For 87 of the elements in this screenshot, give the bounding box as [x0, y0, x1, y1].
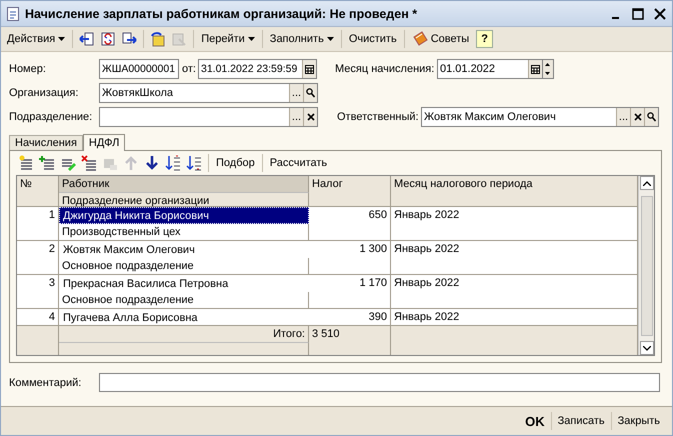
- select-button[interactable]: ...: [289, 84, 303, 102]
- table-cell: 650: [309, 207, 391, 241]
- organization-field[interactable]: ЖовтякШкола ...: [99, 83, 318, 103]
- sort-ascending-icon: [165, 155, 181, 171]
- chevron-up-icon: [642, 180, 650, 186]
- toolbar-button[interactable]: Рассчитать: [266, 153, 330, 173]
- add-plus-rows-icon: [39, 155, 55, 171]
- dialog-button[interactable]: OK: [519, 411, 551, 431]
- field-label: от:: [182, 63, 196, 75]
- add-plus-rows-button[interactable]: [37, 153, 57, 173]
- clear-button[interactable]: [303, 108, 317, 126]
- responsible-field[interactable]: Жовтяк Максим Олегович ...: [421, 107, 659, 127]
- field-label: Месяц начисления:: [334, 63, 436, 75]
- date-field[interactable]: 31.01.2022 23:59:59: [198, 59, 317, 79]
- maximize-icon[interactable]: [632, 8, 644, 20]
- toolbar-button[interactable]: Подбор: [213, 153, 258, 173]
- search-icon: [306, 88, 315, 98]
- arrow-up-icon: [123, 155, 139, 171]
- number-field[interactable]: ЖША00000001: [99, 59, 179, 79]
- comment-field[interactable]: [99, 373, 660, 392]
- close-icon[interactable]: [654, 8, 666, 20]
- field-label: Организация:: [9, 87, 80, 99]
- table-cell[interactable]: Прекрасная Василиса Петровна: [59, 275, 309, 292]
- total-value: 3 510: [309, 326, 391, 355]
- tips-button[interactable]: Советы: [408, 29, 472, 49]
- table-cell: 2: [17, 241, 59, 275]
- table-cell: 1 300: [309, 241, 391, 275]
- select-button[interactable]: ...: [616, 108, 630, 126]
- scrollbar[interactable]: [638, 176, 654, 355]
- column-header[interactable]: Работник: [59, 176, 309, 193]
- table-cell[interactable]: Жовтяк Максим Олегович: [59, 241, 309, 258]
- select-button[interactable]: ...: [289, 108, 303, 126]
- search-button[interactable]: [644, 108, 658, 126]
- folder-arrow-icon: [150, 31, 166, 47]
- sort-descending-button[interactable]: [184, 153, 204, 173]
- search-icon: [647, 112, 656, 122]
- document-icon: [171, 31, 188, 47]
- table-cell: Производственный цех: [59, 224, 309, 241]
- arrow-down-icon: [144, 155, 160, 171]
- table-cell[interactable]: Пугачева Алла Борисовна: [59, 309, 309, 325]
- table-cell: Основное подразделение: [59, 258, 309, 275]
- table-cell[interactable]: Джигурда Никита Борисович: [59, 207, 309, 224]
- caret-icon: [545, 72, 550, 75]
- sort-ascending-button[interactable]: [163, 153, 183, 173]
- search-button[interactable]: [303, 84, 317, 102]
- table-cell: 1 170: [309, 275, 391, 309]
- calendar-icon: [530, 64, 540, 74]
- caret-icon: [58, 37, 66, 41]
- calendar-icon: [304, 64, 314, 74]
- clear-icon: [306, 113, 314, 121]
- clear-button[interactable]: [630, 108, 644, 126]
- tab[interactable]: Начисления: [9, 135, 83, 150]
- help-button[interactable]: ?: [476, 30, 493, 48]
- field-label: Подразделение:: [9, 111, 94, 123]
- menu-button[interactable]: Действия: [4, 29, 68, 49]
- caret-icon: [248, 37, 255, 41]
- total-label: Итого:: [59, 326, 309, 343]
- tab[interactable]: НДФЛ: [82, 134, 126, 151]
- calendar-button[interactable]: [302, 60, 316, 78]
- field-label: Номер:: [9, 63, 47, 75]
- sort-descending-icon: [186, 155, 202, 171]
- refresh-document-icon: [100, 31, 116, 47]
- department-field[interactable]: ...: [99, 107, 318, 127]
- dialog-button[interactable]: Записать: [552, 411, 611, 431]
- arrow-left-document-icon: [79, 31, 96, 47]
- calendar-button[interactable]: [528, 60, 542, 78]
- window-title: Начисление зарплаты работникам организаций: Не проведен *: [25, 6, 418, 20]
- dialog-button[interactable]: Закрыть: [612, 411, 666, 431]
- caret-icon: [326, 37, 334, 41]
- scroll-down-button[interactable]: [640, 341, 654, 355]
- menu-button[interactable]: Перейти: [198, 29, 258, 49]
- delete-row-icon: [81, 155, 97, 171]
- field-label: Комментарий:: [9, 376, 82, 388]
- book-icon: [412, 31, 428, 47]
- field-label: Ответственный:: [337, 111, 420, 123]
- delete-row-button[interactable]: [79, 153, 99, 173]
- clear-icon: [634, 113, 642, 121]
- add-row-icon: [18, 155, 34, 171]
- document-icon: [7, 6, 19, 20]
- menu-button[interactable]: Заполнить: [266, 29, 337, 49]
- table-cell: Основное подразделение: [59, 292, 309, 309]
- table-cell: 3: [17, 275, 59, 309]
- caret-up-icon: [545, 63, 550, 66]
- chevron-down-icon: [642, 346, 650, 350]
- toolbar-button[interactable]: Очистить: [346, 29, 400, 49]
- scroll-up-button[interactable]: [640, 176, 654, 190]
- month-field[interactable]: 01.01.2022: [436, 59, 543, 79]
